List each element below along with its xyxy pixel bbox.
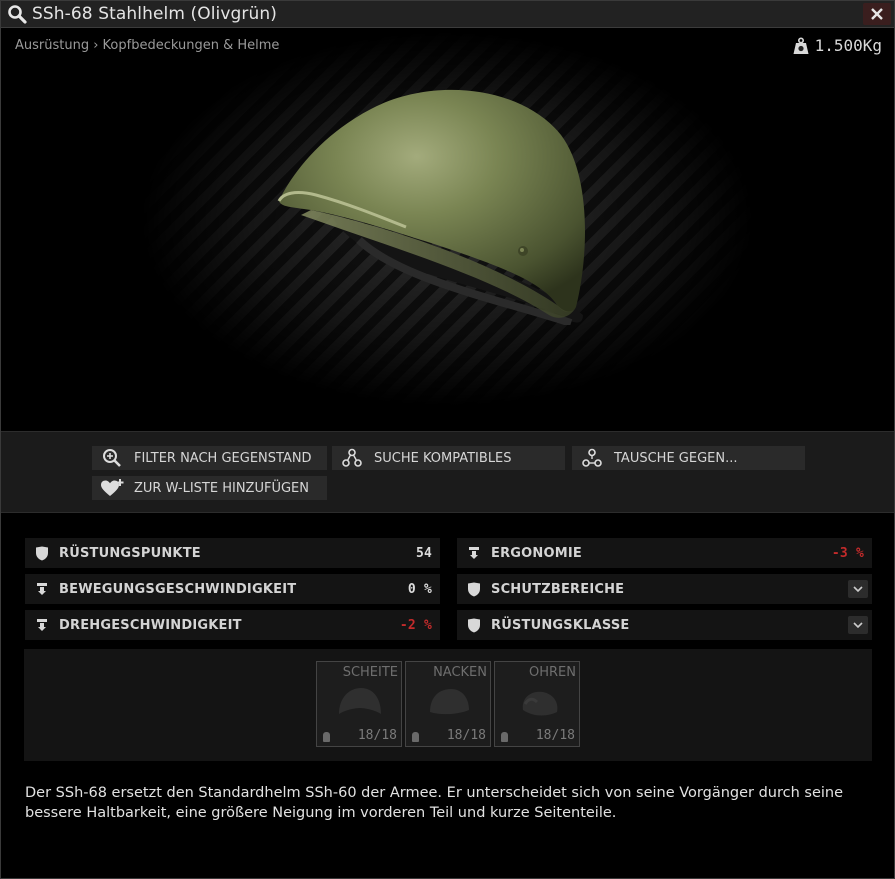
stat-armor-points-value: 54 [415,545,432,561]
armor-slot-ears[interactable]: OHREN 18/18 [494,661,580,747]
stat-movement-speed-label: BEWEGUNGSGESCHWINDIGKEIT [59,581,297,597]
slot-name: SCHEITE [342,665,398,680]
stat-movement-speed-value: 0 % [407,581,432,597]
armor-plate-icon [522,691,558,716]
slot-name: NACKEN [433,665,487,680]
close-icon [871,8,883,20]
shield-icon [457,582,491,597]
filter-by-item-label: FILTER NACH GEGENSTAND [134,450,312,466]
item-inspect-window: SSh-68 Stahlhelm (Olivgrün) Ausrüstung ›… [0,0,895,879]
filter-by-item-button[interactable]: FILTER NACH GEGENSTAND [92,446,327,470]
weight-icon [793,36,809,54]
stat-ergonomics-label: ERGONOMIE [491,545,582,561]
helmet-image [277,89,586,325]
slot-durability: 18/18 [357,728,397,743]
compatible-nodes-icon [332,448,372,468]
chevron-down-icon [853,622,863,629]
chevron-down-icon [853,586,863,593]
item-description: Der SSh-68 ersetzt den Standardhelm SSh-… [25,785,844,821]
ergonomics-icon [457,546,491,560]
movement-speed-icon [25,582,59,596]
search-icon [4,1,30,27]
search-compatible-label: SUCHE KOMPATIBLES [374,450,512,466]
expand-protection-zones-button[interactable] [848,580,868,598]
stat-turn-speed-label: DREHGESCHWINDIGKEIT [59,617,242,633]
stat-ergonomics-value: -3 % [831,545,864,561]
slot-durability: 18/18 [535,728,575,743]
item-weight: 1.500Kg [793,36,882,55]
title-bar[interactable]: SSh-68 Stahlhelm (Olivgrün) [1,1,894,28]
armor-slots-panel: SCHEITE 18/18 NACKEN 18/18 OHREN 18/18 [24,649,872,761]
zoom-in-icon [92,448,132,468]
durability-pip [501,732,508,742]
shield-icon [457,618,491,633]
breadcrumb: Ausrüstung › Kopfbedeckungen & Helme [15,38,280,53]
slot-name: OHREN [529,665,576,680]
slot-durability: 18/18 [446,728,486,743]
stat-armor-class-label: RÜSTUNGSKLASSE [491,617,630,633]
stat-movement-speed: BEWEGUNGSGESCHWINDIGKEIT 0 % [25,574,440,604]
trade-for-label: TAUSCHE GEGEN... [614,450,738,466]
armor-slot-top[interactable]: SCHEITE 18/18 [316,661,402,747]
durability-pip [323,732,330,742]
stat-turn-speed-value: -2 % [399,617,432,633]
armor-plate-icon [339,688,381,714]
stat-protection-zones[interactable]: SCHUTZBEREICHE [457,574,872,604]
close-button[interactable] [863,3,891,25]
window-title: SSh-68 Stahlhelm (Olivgrün) [32,4,277,24]
stat-ergonomics: ERGONOMIE -3 % [457,538,872,568]
stat-armor-points: RÜSTUNGSPUNKTE 54 [25,538,440,568]
stat-armor-class[interactable]: RÜSTUNGSKLASSE [457,610,872,640]
weight-value: 1.500Kg [814,36,882,55]
armor-slot-nape[interactable]: NACKEN 18/18 [405,661,491,747]
heart-plus-icon [92,478,132,498]
shield-icon [25,546,59,561]
search-compatible-button[interactable]: SUCHE KOMPATIBLES [332,446,565,470]
action-bar: FILTER NACH GEGENSTAND SUCHE KOMPATIBLES [1,431,894,513]
trade-for-button[interactable]: TAUSCHE GEGEN... [572,446,805,470]
stat-protection-zones-label: SCHUTZBEREICHE [491,581,625,597]
item-preview: Ausrüstung › Kopfbedeckungen & Helme 1.5… [1,29,894,431]
add-to-wishlist-label: ZUR W-LISTE HINZUFÜGEN [134,480,309,496]
armor-plate-icon [430,689,469,715]
expand-armor-class-button[interactable] [848,616,868,634]
add-to-wishlist-button[interactable]: ZUR W-LISTE HINZUFÜGEN [92,476,327,500]
stat-armor-points-label: RÜSTUNGSPUNKTE [59,545,201,561]
stat-turn-speed: DREHGESCHWINDIGKEIT -2 % [25,610,440,640]
trade-nodes-icon [572,448,612,468]
turn-speed-icon [25,618,59,632]
durability-pip [412,732,419,742]
